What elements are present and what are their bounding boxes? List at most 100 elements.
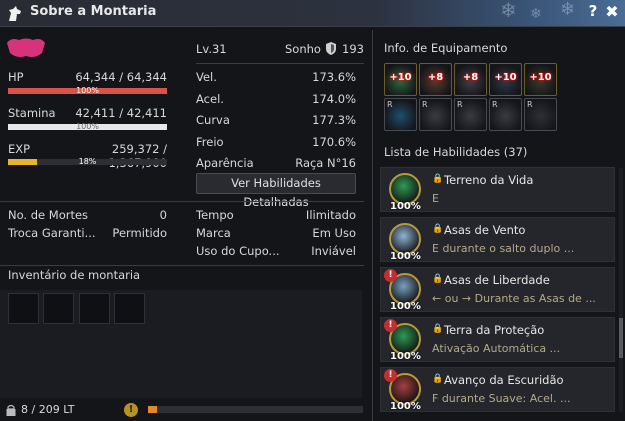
enhance-level: +8 [462, 72, 479, 83]
equipment-slot[interactable]: R [524, 98, 557, 131]
warning-icon: ! [384, 319, 397, 332]
info-value: Ilimitado [305, 208, 356, 222]
divider [0, 201, 364, 202]
attribute-label: Vel. [196, 70, 217, 84]
lock-icon: 🔒 [432, 274, 444, 284]
hp-bar: 100% [8, 86, 167, 95]
attribute-value: 173.6% [312, 70, 356, 84]
attribute-label: Aparência [196, 156, 254, 170]
info-value: 0 [159, 208, 167, 222]
skill-percent: 100% [390, 401, 421, 412]
close-button[interactable]: ✖ [604, 2, 620, 21]
rarity-tag: R [457, 100, 463, 109]
vertical-divider [372, 30, 373, 421]
skill-name: Terra da Proteção [444, 323, 545, 337]
equipment-slot[interactable]: R [419, 98, 452, 131]
stamina-label: Stamina [8, 106, 56, 120]
hp-percent: 100% [76, 86, 99, 95]
rarity-tag: R [387, 100, 393, 109]
exp-label: EXP [8, 142, 31, 156]
enhance-level: +10 [494, 72, 517, 83]
weight-progress-bar [148, 406, 363, 413]
attribute-value: 170.6% [312, 134, 356, 149]
warning-icon: ! [384, 269, 397, 282]
equipment-slot[interactable]: +8 [454, 63, 487, 96]
info-label: Tempo [196, 208, 234, 222]
skill-name: Asas de Liberdade [444, 273, 550, 287]
divider [196, 63, 364, 64]
inventory-slot[interactable] [43, 293, 74, 324]
skill-description: ← ou → Durante as Asas de ... [432, 292, 596, 305]
lock-icon: 🔒 [432, 324, 444, 334]
skill-item[interactable]: 100% 🔒 Asas de Vento E durante o salto dupl… [380, 217, 615, 262]
hp-label: HP [8, 70, 24, 84]
inventory-weight: 8 / 209 LT [21, 403, 75, 416]
exp-percent: 18% [78, 157, 97, 166]
skill-description: E [432, 192, 439, 205]
skill-description: Ativação Automática ... [432, 342, 561, 355]
inventory-slot[interactable] [114, 293, 145, 324]
equipment-slot[interactable]: R [489, 98, 522, 131]
attribute-label: Freio [196, 134, 224, 149]
info-value: Inviável [311, 244, 356, 258]
equipment-slot[interactable]: +10 [524, 63, 557, 96]
stamina-value: 42,411 / 42,411 [75, 106, 167, 120]
help-button[interactable]: ? [585, 2, 601, 20]
skill-name: Terreno da Vida [444, 173, 534, 187]
skill-item[interactable]: 100% 🔒 Terreno da Vida E [380, 167, 615, 212]
horse-icon [9, 6, 21, 21]
attribute-label: Acel. [196, 91, 224, 106]
snowflake-icon: ❄ [500, 0, 517, 22]
warning-icon: ! [384, 369, 397, 382]
view-skill-details-button[interactable]: Ver Habilidades Detalhadas [196, 173, 356, 209]
attribute-label: Curva [196, 113, 230, 127]
inventory-title: Inventário de montaria [8, 268, 141, 282]
exp-bar: 18% [8, 157, 167, 166]
equipment-slot[interactable]: R [454, 98, 487, 131]
skill-item[interactable]: 100%! 🔒 Terra da Proteção Ativação Automáti… [380, 317, 615, 362]
skill-name: Avanço da Escuridão [444, 373, 564, 387]
equipment-slot[interactable]: R [384, 98, 417, 131]
lock-icon: 🔒 [432, 374, 444, 384]
skills-scrollbar[interactable] [619, 168, 623, 412]
skill-description: E durante o salto duplo ... [432, 242, 575, 255]
info-label: No. de Mortes [8, 208, 89, 222]
snowflake-icon: ❄ [530, 6, 542, 22]
info-value: Permitido [112, 226, 167, 240]
skill-percent: 100% [390, 251, 421, 262]
info-label: Marca [196, 226, 231, 240]
skill-percent: 100% [390, 201, 421, 212]
skill-name: Asas de Vento [444, 223, 526, 237]
enhance-level: +8 [427, 72, 444, 83]
skill-percent: 100% [390, 351, 421, 362]
attribute-value: Raça N°16 [295, 156, 356, 170]
lock-icon: 🔒 [432, 174, 444, 184]
info-value: Em Uso [312, 226, 356, 240]
skill-description: F durante Suave: Acel. ... [432, 392, 571, 405]
shield-icon [326, 42, 336, 55]
inventory-slot[interactable] [8, 293, 39, 324]
sonho-value: 193 [342, 42, 364, 56]
equipment-title: Info. de Equipamento [384, 41, 508, 55]
enhance-level: +10 [529, 72, 552, 83]
info-label: Uso do Cupo... [196, 244, 280, 258]
window-title: Sobre a Montaria [30, 4, 157, 19]
attribute-value: 174.0% [312, 91, 356, 106]
inventory-slot[interactable] [79, 293, 110, 324]
equipment-slot[interactable]: +10 [489, 63, 522, 96]
stamina-percent: 100% [76, 122, 99, 131]
sonho-label: Sonho [285, 42, 321, 56]
mount-level: Lv.31 [196, 42, 227, 56]
info-icon[interactable]: ! [124, 403, 138, 417]
skill-item[interactable]: 100%! 🔒 Avanço da Escuridão F durante Suave… [380, 367, 615, 412]
attribute-value: 177.3% [312, 113, 356, 127]
skills-title: Lista de Habilidades (37) [384, 145, 528, 159]
stamina-bar: 100% [8, 122, 167, 131]
skills-scroll-thumb[interactable] [619, 318, 623, 358]
title-bar: Sobre a Montaria ❄ ❄ ❄ ? ✖ [0, 0, 625, 27]
skill-item[interactable]: 100%! 🔒 Asas de Liberdade ← ou → Durante as… [380, 267, 615, 312]
equipment-slot[interactable]: +10 [384, 63, 417, 96]
equipment-slot[interactable]: +8 [419, 63, 452, 96]
divider [0, 265, 364, 266]
lock-icon: 🔒 [432, 224, 444, 234]
